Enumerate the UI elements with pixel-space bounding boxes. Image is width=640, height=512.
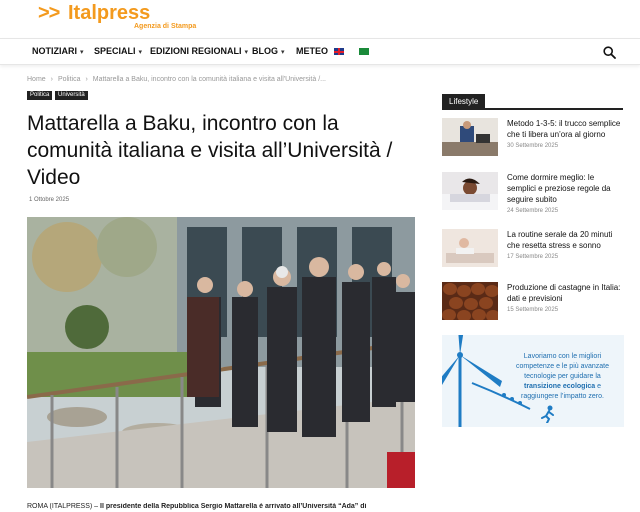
- sidebar-article-title[interactable]: Come dormire meglio: le semplici e prezi…: [507, 172, 625, 205]
- nav-item-edizioni-regionali[interactable]: EDIZIONI REGIONALI ▾: [150, 46, 248, 56]
- article-photo-illustration: [27, 217, 415, 488]
- thumbnail-routine-image: [442, 229, 498, 267]
- sidebar-article-date: 15 Settembre 2025: [507, 307, 559, 313]
- sidebar-heading-label[interactable]: Lifestyle: [442, 94, 486, 110]
- sidebar-article-title[interactable]: Metodo 1-3-5: il trucco semplice che ti …: [507, 118, 625, 140]
- sidebar-thumbnail-chestnuts[interactable]: [442, 282, 498, 320]
- nav-item-meteo[interactable]: METEO: [296, 46, 328, 56]
- sidebar-heading: Lifestyle: [442, 94, 623, 110]
- ad-text-bold: transizione ecologica: [523, 383, 596, 390]
- ad-text-start: Lavoriamo con le migliori competenze e l…: [515, 353, 609, 380]
- runner-icon: [541, 405, 554, 423]
- sidebar-thumbnail-routine[interactable]: [442, 229, 498, 267]
- sidebar-thumbnail-desk[interactable]: [442, 118, 498, 156]
- breadcrumb-home[interactable]: Home: [27, 76, 46, 83]
- article-photo[interactable]: [27, 217, 415, 488]
- breadcrumb-separator: ›: [50, 76, 53, 83]
- sidebar-article-date: 24 Settembre 2025: [507, 208, 559, 214]
- breadcrumb-current: Mattarella a Baku, incontro con la comun…: [92, 76, 326, 83]
- sidebar-thumbnail-sleep[interactable]: [442, 172, 498, 210]
- sidebar-article[interactable]: Metodo 1-3-5: il trucco semplice che ti …: [442, 118, 624, 162]
- ad-text: Lavoriamo con le migliori competenze e l…: [505, 352, 620, 402]
- tag-universita[interactable]: Università: [55, 91, 88, 100]
- uk-flag-icon[interactable]: [334, 48, 344, 55]
- chevron-down-icon: ▾: [244, 49, 249, 56]
- sidebar-article[interactable]: La routine serale da 20 minuti che reset…: [442, 229, 624, 273]
- article-lead-prefix: ROMA (ITALPRESS) –: [27, 503, 100, 510]
- sidebar-article-date: 17 Settembre 2025: [507, 254, 559, 260]
- article-date: 1 Ottobre 2025: [29, 197, 70, 203]
- nav-item-label: EDIZIONI REGIONALI: [150, 46, 242, 56]
- breadcrumb: Home › Politica › Mattarella a Baku, inc…: [27, 76, 329, 83]
- sidebar-article-title[interactable]: Produzione di castagne in Italia: dati e…: [507, 282, 625, 304]
- article-lead: ROMA (ITALPRESS) – Il presidente della R…: [27, 503, 417, 510]
- article-title: Mattarella a Baku, incontro con la comun…: [27, 112, 393, 189]
- search-icon[interactable]: [603, 46, 616, 59]
- nav-item-blog[interactable]: BLOG ▾: [252, 46, 285, 56]
- chevron-down-icon: ▾: [138, 49, 143, 56]
- sidebar-article[interactable]: Come dormire meglio: le semplici e prezi…: [442, 172, 624, 216]
- logo-arrows: >>: [38, 2, 60, 24]
- nav-item-label: METEO: [296, 46, 329, 56]
- chevron-down-icon: ▾: [80, 49, 84, 56]
- thumbnail-chestnuts-image: [442, 282, 498, 320]
- sidebar-article[interactable]: Produzione di castagne in Italia: dati e…: [442, 282, 624, 326]
- sidebar-ad-banner[interactable]: Lavoriamo con le migliori competenze e l…: [442, 335, 624, 427]
- thumbnail-sleep-image: [442, 172, 498, 210]
- arabic-flag-icon[interactable]: [359, 48, 369, 55]
- main-nav: NOTIZIARI ▾ SPECIALI ▾ EDIZIONI REGIONALI ▾…: [0, 38, 640, 65]
- sidebar-article-title[interactable]: La routine serale da 20 minuti che reset…: [507, 229, 625, 251]
- logo-tagline: Agenzia di Stampa: [134, 23, 197, 30]
- nav-item-label: SPECIALI: [94, 46, 136, 56]
- breadcrumb-separator: ›: [85, 76, 88, 83]
- thumbnail-desk-image: [442, 118, 498, 156]
- logo-name: Italpress: [68, 2, 151, 24]
- nav-item-label: NOTIZIARI: [32, 46, 77, 56]
- sidebar-article-date: 30 Settembre 2025: [507, 143, 559, 149]
- nav-item-speciali[interactable]: SPECIALI ▾: [94, 46, 142, 56]
- chevron-down-icon: ▾: [281, 49, 285, 56]
- site-logo[interactable]: >> Italpress Agenzia di Stampa: [38, 2, 218, 36]
- article-lead-bold: Il presidente della Repubblica Sergio Ma…: [100, 503, 367, 510]
- nav-item-notiziari[interactable]: NOTIZIARI ▾: [32, 46, 84, 56]
- tag-politica[interactable]: Politica: [27, 91, 53, 100]
- breadcrumb-section[interactable]: Politica: [58, 76, 81, 83]
- nav-item-label: BLOG: [252, 46, 278, 56]
